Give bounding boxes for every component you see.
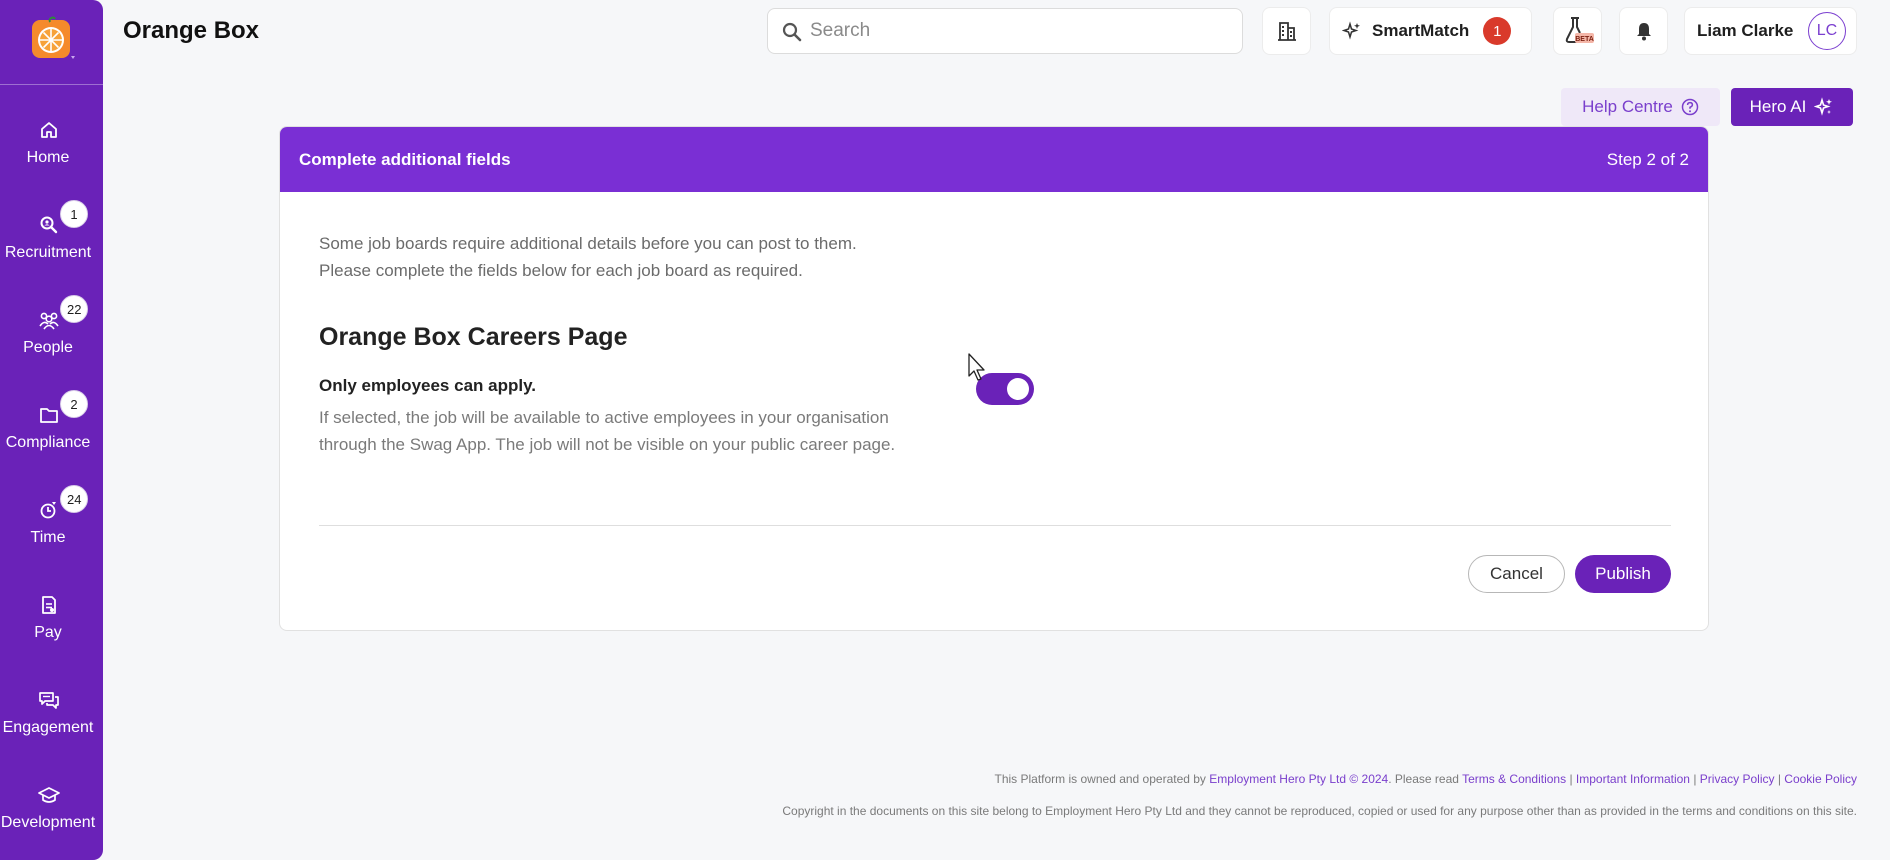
people-icon (38, 309, 60, 331)
user-name: Liam Clarke (1697, 21, 1794, 40)
job-board-section-title: Orange Box Careers Page (319, 323, 628, 351)
separator: | (1693, 772, 1697, 786)
beta-labs-button[interactable]: BETA (1553, 7, 1602, 55)
option-description-line: through the Swag App. The job will not b… (319, 435, 896, 454)
option-label: Only employees can apply. (319, 376, 536, 395)
intro-text: Some job boards require additional detai… (319, 230, 857, 284)
search-box[interactable] (767, 8, 1243, 54)
sidebar-item-pay[interactable]: Pay (0, 594, 103, 674)
intro-line: Please complete the fields below for eac… (319, 261, 803, 280)
help-centre-button[interactable]: Help Centre (1561, 88, 1720, 126)
sidebar-item-engagement[interactable]: Engagement (0, 689, 103, 769)
building-icon (1277, 22, 1296, 41)
sidebar-item-time[interactable]: 24 Time (0, 485, 103, 579)
help-centre-label: Help Centre (1582, 97, 1673, 116)
separator: | (1777, 772, 1781, 786)
flask-beta-icon: BETA (1565, 17, 1594, 43)
sparkle-icon (1814, 97, 1833, 116)
chat-bubbles-icon (38, 689, 60, 711)
notifications-button[interactable] (1619, 7, 1668, 55)
toggle-knob (1007, 378, 1029, 400)
user-menu-button[interactable]: Liam Clarke LC (1684, 7, 1857, 55)
intro-line: Some job boards require additional detai… (319, 234, 857, 253)
card-title: Complete additional fields (299, 149, 511, 169)
sparkle-icon (1342, 21, 1360, 40)
beta-tag: BETA (1575, 36, 1594, 43)
additional-fields-card: Complete additional fields Step 2 of 2 S… (279, 126, 1709, 631)
home-icon (38, 119, 60, 141)
sidebar: Home 1 Recruitment 22 People 2 Complianc… (0, 0, 103, 860)
company-link[interactable]: Employment Hero Pty Ltd © 2024 (1209, 772, 1388, 786)
sidebar-item-label: Time (30, 529, 66, 546)
time-icon (38, 499, 60, 521)
orange-box-logo[interactable] (30, 16, 75, 60)
divider (319, 525, 1671, 526)
recruitment-badge: 1 (60, 200, 88, 228)
sidebar-item-label: Engagement (2, 719, 94, 736)
option-description: If selected, the job will be available t… (319, 404, 895, 458)
footer-line-1: This Platform is owned and operated by E… (782, 763, 1857, 795)
smartmatch-count-badge: 1 (1483, 17, 1512, 45)
privacy-policy-link[interactable]: Privacy Policy (1700, 772, 1775, 786)
bell-icon (1636, 23, 1651, 41)
hero-ai-button[interactable]: Hero AI (1731, 88, 1853, 126)
footer-prefix: This Platform is owned and operated by (994, 772, 1206, 786)
question-circle-icon (1681, 98, 1699, 116)
publish-button[interactable]: Publish (1575, 555, 1671, 593)
sidebar-item-development[interactable]: Development (0, 784, 103, 860)
footer-please-read: . Please read (1388, 772, 1459, 786)
orange-logo-icon (32, 16, 75, 59)
avatar: LC (1808, 12, 1846, 50)
search-icon (782, 22, 802, 42)
graduation-cap-icon (38, 784, 60, 806)
footer: This Platform is owned and operated by E… (782, 763, 1857, 827)
sidebar-divider (0, 84, 103, 85)
people-badge: 22 (60, 295, 89, 323)
sidebar-item-label: Home (26, 149, 70, 166)
sidebar-item-compliance[interactable]: 2 Compliance (0, 390, 103, 484)
hero-ai-label: Hero AI (1749, 97, 1807, 116)
terms-link[interactable]: Terms & Conditions (1462, 772, 1566, 786)
recruitment-search-icon (38, 214, 60, 236)
sidebar-item-label: Recruitment (4, 244, 92, 261)
folder-icon (38, 404, 60, 426)
sidebar-item-home[interactable]: Home (0, 119, 103, 199)
sidebar-item-label: People (23, 339, 73, 356)
step-indicator: Step 2 of 2 (1606, 149, 1689, 169)
compliance-badge: 2 (60, 390, 88, 418)
separator: | (1569, 772, 1573, 786)
important-information-link[interactable]: Important Information (1576, 772, 1690, 786)
search-input[interactable] (810, 20, 1210, 42)
cancel-button[interactable]: Cancel (1468, 555, 1565, 593)
mouse-cursor-icon (968, 353, 985, 381)
sidebar-item-people[interactable]: 22 People (0, 295, 103, 389)
option-description-line: If selected, the job will be available t… (319, 408, 889, 427)
sidebar-item-label: Pay (34, 624, 62, 641)
cookie-policy-link[interactable]: Cookie Policy (1784, 772, 1857, 786)
sidebar-item-recruitment[interactable]: 1 Recruitment (0, 200, 103, 294)
smartmatch-label: SmartMatch (1372, 21, 1470, 40)
footer-copyright: Copyright in the documents on this site … (782, 804, 1857, 818)
card-header: Complete additional fields Step 2 of 2 (280, 127, 1708, 192)
pay-document-icon (38, 594, 60, 616)
time-badge: 24 (60, 485, 89, 513)
sidebar-item-label: Development (0, 814, 96, 831)
sidebar-item-label: Compliance (5, 434, 91, 451)
company-switcher-button[interactable] (1262, 7, 1311, 55)
smartmatch-button[interactable]: SmartMatch 1 (1329, 7, 1532, 55)
page-title: Orange Box (123, 17, 260, 44)
